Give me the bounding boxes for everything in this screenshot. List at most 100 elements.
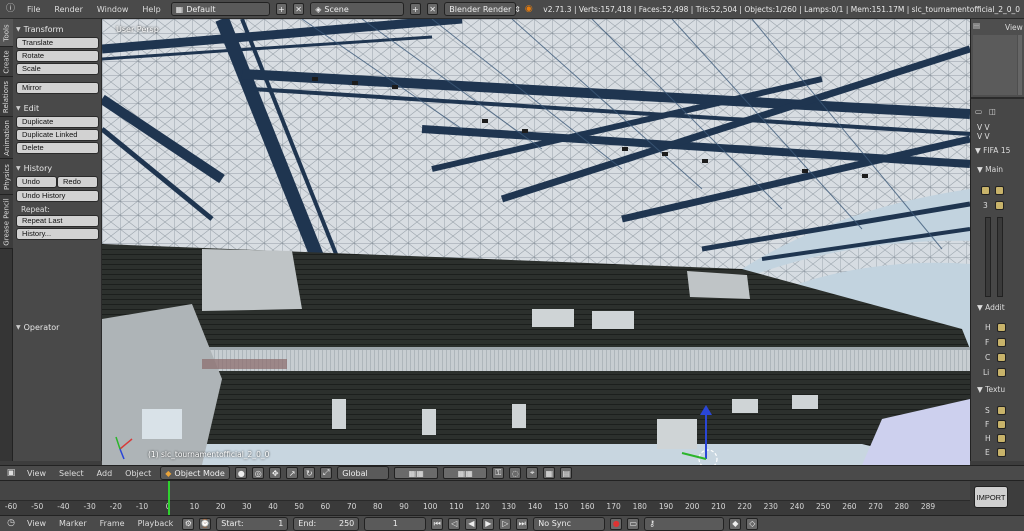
sync-mode-select[interactable]: No Sync [533,516,606,531]
main-slider-2[interactable] [997,217,1003,297]
scale-button[interactable]: Scale [16,63,99,75]
undo-history-button[interactable]: Undo History [16,190,99,202]
start-frame-field[interactable]: Start: 1 [216,516,289,531]
main-panel-header[interactable]: ▼ Main [977,165,1003,174]
play-reverse-icon[interactable]: ◀ [465,517,478,530]
menu-select[interactable]: Select [55,469,88,478]
remove-scene-icon[interactable]: ✕ [427,3,439,15]
properties-tabs-icon[interactable]: ◫ [989,107,996,116]
tab-create[interactable]: Create [0,47,13,77]
outliner-scrollbar[interactable] [1018,35,1022,95]
menu-view-timeline[interactable]: View [23,519,50,528]
menu-window[interactable]: Window [93,5,133,14]
menu-view[interactable]: View [23,469,50,478]
translate-button[interactable]: Translate [16,37,99,49]
outliner-view-menu[interactable]: View [1005,23,1023,32]
manipulator-toggle-icon[interactable]: ✥ [269,467,282,479]
keying-set-field[interactable]: ⚷ [644,516,725,531]
jump-prev-key-icon[interactable]: ◁ [448,517,461,530]
jump-end-icon[interactable]: ⏭ [516,517,529,530]
lock-layer-icon[interactable]: ⚿ [492,467,505,479]
menu-render[interactable]: Render [50,5,86,14]
addit-folder-icon-c[interactable] [997,353,1006,362]
pivot-point-icon[interactable]: ◎ [252,467,265,479]
history-button[interactable]: History... [16,228,99,240]
textu-panel-header[interactable]: ▼ Textu [977,385,1005,394]
menu-help[interactable]: Help [138,5,164,14]
main-option-icon[interactable] [981,186,990,195]
menu-marker[interactable]: Marker [55,519,91,528]
mode-select[interactable]: ◆ Object Mode [160,466,231,480]
render-engine-select[interactable]: Blender Render ⇕ [444,2,521,16]
current-frame-field[interactable]: 1 [364,516,427,531]
tab-physics[interactable]: Physics [0,159,13,195]
layer-buttons-icon[interactable]: ▦▦ [394,467,439,479]
jump-start-icon[interactable]: ⏮ [431,517,444,530]
textu-folder-icon-h[interactable] [997,434,1006,443]
addit-folder-icon-f[interactable] [997,338,1006,347]
outliner-editor-icon[interactable]: ▤ [973,21,980,30]
keying-mode-icon[interactable]: ▭ [627,517,640,530]
rotate-manipulator-icon[interactable]: ↻ [303,467,316,479]
properties-editor-icon[interactable]: ▭ [975,107,982,116]
addit-folder-icon-li[interactable] [997,368,1006,377]
addit-folder-icon-h[interactable] [997,323,1006,332]
main-slider[interactable] [985,217,991,297]
add-layout-icon[interactable]: + [275,3,287,15]
end-frame-field[interactable]: End: 250 [293,516,360,531]
add-scene-icon[interactable]: + [409,3,421,15]
screen-layout-select[interactable]: ▦ Default [170,2,270,16]
play-icon[interactable]: ▶ [482,517,495,530]
scale-manipulator-icon[interactable]: ⤢ [320,467,333,479]
timeline-editor-icon[interactable]: ◷ [4,517,18,530]
menu-file[interactable]: File [23,5,44,14]
addit-panel-header[interactable]: ▼ Addit [977,303,1005,312]
proportional-edit-icon[interactable]: ◌ [509,467,522,479]
3d-viewport[interactable]: User Persp (1) slc_tournamentofficial_2_… [102,19,970,465]
remove-layout-icon[interactable]: ✕ [292,3,305,15]
tab-grease-pencil[interactable]: Grease Pencil [0,195,13,249]
import-button[interactable]: IMPORT [974,486,1008,508]
undo-button[interactable]: Undo [16,176,57,188]
timeline-area[interactable]: -60-50-40-30-20-100102030405060708090100… [0,481,970,515]
info-editor-icon[interactable]: ⓘ [4,3,17,16]
delete-button[interactable]: Delete [16,142,99,154]
jump-next-key-icon[interactable]: ▷ [499,517,512,530]
tab-relations[interactable]: Relations [0,77,13,117]
transform-panel-header[interactable]: ▼ Transform [16,23,98,36]
current-frame-cursor[interactable] [168,481,171,515]
main-folder-icon[interactable] [995,186,1004,195]
menu-frame[interactable]: Frame [96,519,129,528]
duplicate-button[interactable]: Duplicate [16,116,99,128]
textu-folder-icon-e[interactable] [997,448,1006,457]
tab-animation[interactable]: Animation [0,117,13,159]
main-file-icon[interactable] [995,201,1004,210]
record-icon[interactable]: ⚙ [182,517,195,530]
viewport-shading-icon[interactable]: ● [235,467,248,479]
redo-button[interactable]: Redo [57,176,98,188]
auto-keying-icon[interactable]: ● [610,517,623,530]
3d-view-editor-icon[interactable]: ▣ [4,467,18,480]
menu-add[interactable]: Add [93,469,117,478]
transform-orientation-select[interactable]: Global [337,466,390,480]
delete-keyframe-icon[interactable]: ◇ [746,517,759,530]
snap-toggle-icon[interactable]: ⌖ [526,467,539,479]
layer-buttons-2-icon[interactable]: ▦▦ [443,467,488,479]
operator-panel-header[interactable]: ▼ Operator [16,321,98,334]
preview-range-icon[interactable]: ⌚ [199,517,212,530]
snap-element-icon[interactable]: ▦ [543,467,556,479]
textu-folder-icon-f[interactable] [997,420,1006,429]
translate-manipulator-icon[interactable]: ↗ [286,467,299,479]
repeat-last-button[interactable]: Repeat Last [16,215,99,227]
duplicate-linked-button[interactable]: Duplicate Linked [16,129,99,141]
menu-object[interactable]: Object [121,469,155,478]
scene-select[interactable]: ◈ Scene [310,2,404,16]
rotate-button[interactable]: Rotate [16,50,99,62]
fifa-panel-header[interactable]: ▼ FIFA 15 [975,146,1010,155]
mirror-button[interactable]: Mirror [16,82,99,94]
textu-folder-icon-s[interactable] [997,406,1006,415]
history-panel-header[interactable]: ▼ History [16,162,98,175]
insert-keyframe-icon[interactable]: ◆ [729,517,742,530]
menu-playback[interactable]: Playback [134,519,178,528]
edit-panel-header[interactable]: ▼ Edit [16,102,98,115]
